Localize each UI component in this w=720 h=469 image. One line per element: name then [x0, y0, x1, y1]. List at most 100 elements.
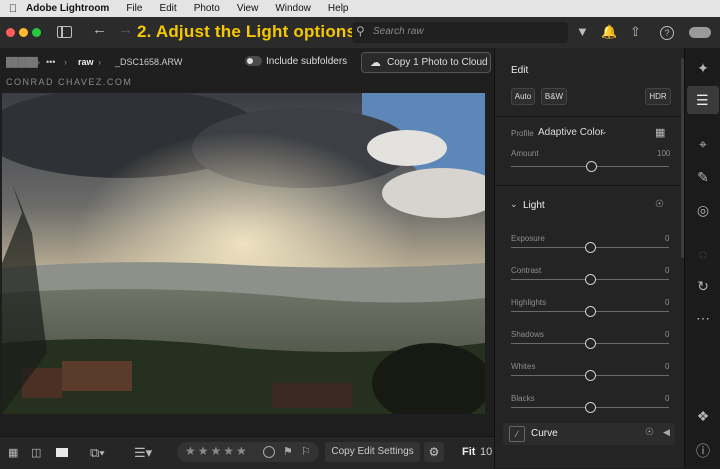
sidebar-toggle-icon[interactable]	[57, 26, 72, 38]
star-rating-icon[interactable]: ★★★★★	[185, 444, 249, 458]
slider-knob[interactable]	[585, 242, 596, 253]
masking-icon[interactable]: ◎	[694, 202, 712, 219]
blur-icon[interactable]: ◌	[694, 246, 712, 262]
slider-knob[interactable]	[585, 370, 596, 381]
slider-label: Contrast	[511, 266, 542, 275]
detail-view-icon[interactable]	[56, 448, 68, 457]
cloud-sync-icon[interactable]	[689, 27, 711, 38]
slider-label: Whites	[511, 362, 536, 371]
slider-value: 0	[665, 266, 670, 275]
crop-icon[interactable]: ⌖	[694, 136, 712, 153]
copy-to-cloud-button[interactable]: ☁ Copy 1 Photo to Cloud	[361, 52, 491, 73]
watermark-text: CONRAD CHAVEZ.COM	[6, 77, 133, 87]
back-arrow-icon[interactable]: ←	[92, 21, 107, 38]
flag-reject-icon[interactable]: ⚐	[301, 445, 311, 458]
cloud-upload-icon: ☁	[370, 57, 381, 69]
menubar-app-name[interactable]: Adobe Lightroom	[26, 3, 109, 14]
window-close-button[interactable]	[6, 28, 15, 37]
slider-knob[interactable]	[585, 306, 596, 317]
zoom-value[interactable]: 10	[480, 446, 492, 458]
bell-icon[interactable]: 🔔	[601, 24, 617, 40]
chevron-down-icon[interactable]: ⌄	[600, 126, 608, 137]
zoom-fit-label[interactable]: Fit	[462, 446, 475, 458]
edit-panel: Edit Auto B&W HDR Profile Adaptive Color…	[494, 48, 685, 468]
slider-label: Shadows	[511, 330, 544, 339]
edit-panel-title: Edit	[511, 65, 529, 76]
edit-tool-active[interactable]: ☰	[687, 86, 719, 114]
hdr-button[interactable]: HDR	[645, 88, 671, 105]
reject-circle-icon[interactable]	[263, 446, 275, 458]
photo-preview[interactable]	[2, 93, 485, 414]
curve-section-header[interactable]: ∕ Curve ☉ ◀	[503, 423, 675, 445]
sliders-icon: ☰	[696, 92, 709, 108]
menu-view[interactable]: View	[237, 3, 259, 14]
tool-rail: ✦ ☰ ⌖ ✎ ◎ ◌ ↻ ⋯ ❖ ⓘ	[684, 48, 720, 468]
include-subfolders-label: Include subfolders	[266, 56, 348, 67]
window-zoom-button[interactable]	[32, 28, 41, 37]
copy-edit-settings-button[interactable]: Copy Edit Settings	[325, 442, 420, 462]
forward-arrow-icon[interactable]: →	[118, 21, 133, 38]
breadcrumb-ellipsis[interactable]: •••	[46, 57, 55, 67]
share-icon[interactable]: ⇧	[630, 24, 641, 40]
more-icon[interactable]: ⋯	[694, 310, 712, 327]
profile-browser-icon[interactable]: ▦	[655, 126, 665, 139]
tag-icon[interactable]: ❖	[694, 408, 712, 425]
breadcrumb-root[interactable]: █████	[6, 57, 38, 67]
divider	[495, 116, 685, 117]
help-icon[interactable]: ?	[660, 26, 674, 40]
slider-value: 0	[665, 298, 670, 307]
window-minimize-button[interactable]	[19, 28, 28, 37]
menu-edit[interactable]: Edit	[159, 3, 176, 14]
slider-label: Highlights	[511, 298, 547, 307]
divider	[495, 185, 685, 186]
eye-icon[interactable]: ☉	[655, 199, 664, 210]
search-field[interactable]: ⚲ Search raw	[352, 22, 568, 43]
tutorial-tip-text: 2. Adjust the Light options.	[137, 22, 362, 41]
enhance-icon[interactable]: ✦	[694, 60, 712, 77]
eye-icon[interactable]: ☉	[645, 427, 654, 438]
menu-window[interactable]: Window	[275, 3, 311, 14]
amount-label: Amount	[511, 149, 539, 158]
menu-photo[interactable]: Photo	[194, 3, 220, 14]
landscape-photo	[2, 93, 485, 414]
grid-view-icon[interactable]: ▦	[8, 446, 18, 459]
slider-knob[interactable]	[585, 338, 596, 349]
breadcrumb-separator: ›	[98, 57, 101, 67]
apple-icon[interactable]: 	[0, 3, 26, 15]
light-collapse-chevron-icon[interactable]: ⌄	[510, 199, 518, 210]
amount-slider-knob[interactable]	[586, 161, 597, 172]
caret-left-icon[interactable]: ◀	[663, 427, 670, 438]
amount-value: 100	[657, 149, 671, 158]
slider-value: 0	[665, 362, 670, 371]
menu-help[interactable]: Help	[328, 3, 349, 14]
bw-button[interactable]: B&W	[541, 88, 567, 105]
profile-label: Profile	[511, 129, 534, 138]
settings-gear-icon[interactable]: ⚙	[424, 442, 444, 462]
menu-file[interactable]: File	[126, 3, 142, 14]
info-icon[interactable]: ⓘ	[694, 441, 712, 461]
square-grid-icon[interactable]: ◫	[31, 446, 41, 459]
filter-icon[interactable]: ▼	[576, 24, 589, 39]
slider-label: Exposure	[511, 234, 545, 243]
breadcrumb-separator: ›	[64, 57, 67, 67]
curve-section-title: Curve	[531, 428, 558, 439]
slider-label: Blacks	[511, 394, 535, 403]
slider-knob[interactable]	[585, 274, 596, 285]
breadcrumb-separator: ›	[37, 57, 40, 67]
slider-value: 0	[665, 330, 670, 339]
sort-icon[interactable]: ☰▾	[134, 445, 152, 461]
slider-knob[interactable]	[585, 402, 596, 413]
flag-pick-icon[interactable]: ⚑	[283, 445, 293, 458]
mac-menubar:  Adobe Lightroom File Edit Photo View W…	[0, 0, 720, 17]
auto-button[interactable]: Auto	[511, 88, 535, 105]
slider-value: 0	[665, 394, 670, 403]
light-section-title[interactable]: Light	[523, 200, 545, 211]
curve-icon: ∕	[509, 426, 525, 442]
eraser-icon[interactable]: ✎	[694, 169, 712, 186]
include-subfolders-toggle[interactable]	[245, 56, 262, 66]
breadcrumb-folder[interactable]: raw	[78, 57, 94, 67]
compare-icon[interactable]: ⧉▾	[90, 445, 105, 461]
copy-to-cloud-label: Copy 1 Photo to Cloud	[387, 57, 488, 68]
profile-dropdown[interactable]: Adaptive Color	[538, 127, 604, 138]
versions-icon[interactable]: ↻	[694, 278, 712, 295]
